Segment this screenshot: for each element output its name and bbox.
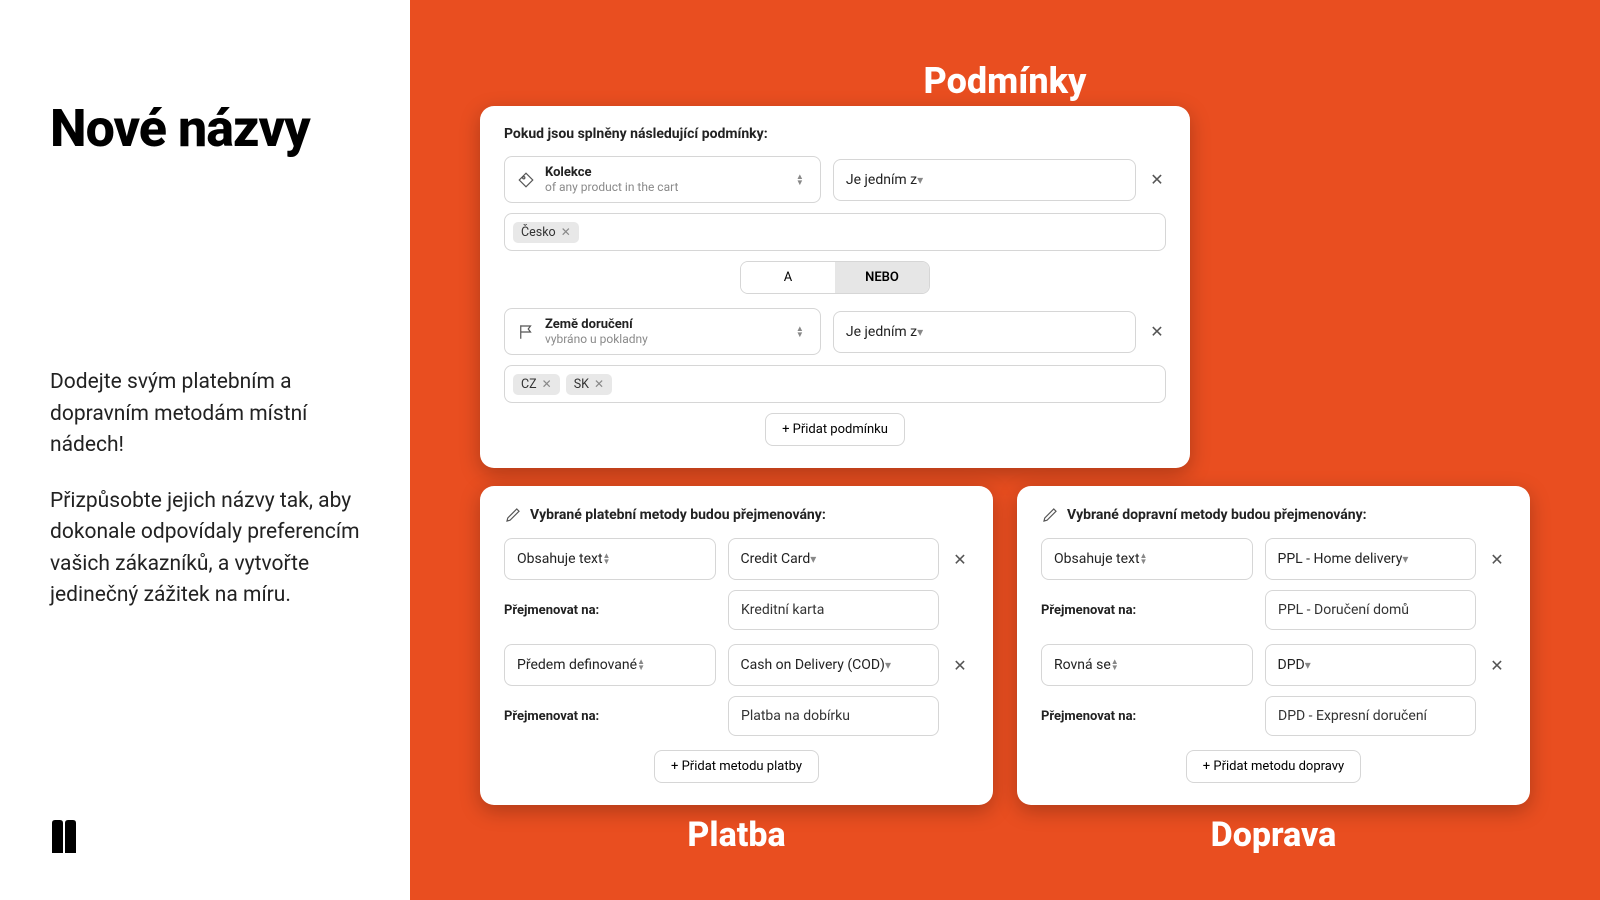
pencil-icon: [504, 506, 522, 524]
chevron-down-icon: ▾: [917, 173, 923, 187]
chevron-down-icon: ▾: [885, 658, 891, 672]
shipping-card-label: Vybrané dopravní metody budou přejmenová…: [1041, 506, 1506, 524]
match-type-select[interactable]: Rovná se ▲▼: [1041, 644, 1253, 686]
rename-row-2: Přejmenovat na:: [1041, 696, 1506, 736]
page-title: Nové názvy: [50, 100, 360, 157]
condition-value-input[interactable]: CZ✕ SK✕: [504, 365, 1166, 403]
operator-label: Je jedním z: [846, 172, 917, 188]
intro-paragraph-1: Dodejte svým platebním a dopravním metod…: [50, 367, 360, 462]
shipping-row-1: Obsahuje text ▲▼ PPL - Home delivery ▾ ✕: [1041, 538, 1506, 580]
tag-remove-button[interactable]: ✕: [542, 377, 552, 391]
operator-label: Je jedním z: [846, 324, 917, 340]
rename-row-2: Přejmenovat na:: [504, 696, 969, 736]
intro-paragraph-2: Přizpůsobte jejich názvy tak, aby dokona…: [50, 486, 360, 612]
rename-input[interactable]: [728, 696, 939, 736]
stepper-icon: ▲▼: [796, 326, 808, 338]
bottom-row: Vybrané platební metody budou přejmenová…: [480, 486, 1530, 855]
shipping-card: Vybrané dopravní metody budou přejmenová…: [1017, 486, 1530, 805]
method-select[interactable]: Credit Card ▾: [728, 538, 940, 580]
add-condition-button[interactable]: + Přidat podmínku: [765, 413, 905, 446]
shipping-section: Vybrané dopravní metody budou přejmenová…: [1017, 486, 1530, 855]
remove-row-button[interactable]: ✕: [1488, 656, 1506, 675]
tag-cesko: Česko✕: [513, 222, 579, 243]
condition-field-select[interactable]: Kolekce of any product in the cart ▲▼: [504, 156, 821, 203]
remove-row-button[interactable]: ✕: [951, 656, 969, 675]
add-payment-method-button[interactable]: + Přidat metodu platby: [654, 750, 819, 783]
rename-input[interactable]: [1265, 590, 1476, 630]
stepper-icon: ▲▼: [637, 659, 649, 671]
tag-cz: CZ✕: [513, 374, 560, 395]
condition-value-input[interactable]: Česko✕: [504, 213, 1166, 251]
rename-input[interactable]: [728, 590, 939, 630]
remove-condition-button[interactable]: ✕: [1148, 170, 1166, 189]
chevron-down-icon: ▾: [917, 325, 923, 339]
condition-row-2: Země doručení vybráno u pokladny ▲▼ Je j…: [504, 308, 1166, 355]
payment-row-2: Předem definované ▲▼ Cash on Delivery (C…: [504, 644, 969, 686]
stepper-icon: ▲▼: [796, 174, 808, 186]
rename-input[interactable]: [1265, 696, 1476, 736]
flag-icon: [517, 323, 535, 341]
rename-label: Přejmenovat na:: [1041, 709, 1253, 724]
condition-row-1: Kolekce of any product in the cart ▲▼ Je…: [504, 156, 1166, 203]
right-panel: Podmínky Pokud jsou splněny následující …: [410, 0, 1600, 900]
conditions-card-label: Pokud jsou splněny následující podmínky:: [504, 126, 1166, 142]
match-type-select[interactable]: Obsahuje text ▲▼: [1041, 538, 1253, 580]
payment-section: Vybrané platební metody budou přejmenová…: [480, 486, 993, 855]
pencil-icon: [1041, 506, 1059, 524]
tag-remove-button[interactable]: ✕: [594, 377, 604, 391]
condition-operator-select[interactable]: Je jedním z ▾: [833, 159, 1136, 201]
left-panel: Nové názvy Dodejte svým platebním a dopr…: [0, 0, 410, 900]
logic-or-option[interactable]: NEBO: [835, 262, 929, 293]
tag-sk: SK✕: [566, 374, 612, 395]
tag-remove-button[interactable]: ✕: [561, 225, 571, 239]
chevron-down-icon: ▾: [1402, 552, 1408, 566]
match-type-select[interactable]: Předem definované ▲▼: [504, 644, 716, 686]
stepper-icon: ▲▼: [1111, 659, 1123, 671]
logic-and-option[interactable]: A: [741, 262, 835, 293]
conditions-heading: Podmínky: [480, 60, 1530, 102]
remove-condition-button[interactable]: ✕: [1148, 322, 1166, 341]
condition-field-subtitle: of any product in the cart: [545, 180, 786, 194]
condition-field-subtitle: vybráno u pokladny: [545, 332, 786, 346]
chevron-down-icon: ▾: [1305, 658, 1311, 672]
payment-row-1: Obsahuje text ▲▼ Credit Card ▾ ✕: [504, 538, 969, 580]
shipping-row-2: Rovná se ▲▼ DPD ▾ ✕: [1041, 644, 1506, 686]
brand-logo: [50, 819, 78, 862]
rename-label: Přejmenovat na:: [504, 603, 716, 618]
rename-row-1: Přejmenovat na:: [504, 590, 969, 630]
payment-card: Vybrané platební metody budou přejmenová…: [480, 486, 993, 805]
condition-field-select[interactable]: Země doručení vybráno u pokladny ▲▼: [504, 308, 821, 355]
condition-field-title: Kolekce: [545, 165, 786, 180]
method-select[interactable]: Cash on Delivery (COD) ▾: [728, 644, 940, 686]
logic-toggle[interactable]: A NEBO: [740, 261, 930, 294]
match-type-select[interactable]: Obsahuje text ▲▼: [504, 538, 716, 580]
chevron-down-icon: ▾: [810, 552, 816, 566]
stepper-icon: ▲▼: [603, 553, 615, 565]
payment-heading: Platba: [480, 815, 993, 855]
rename-label: Přejmenovat na:: [1041, 603, 1253, 618]
stepper-icon: ▲▼: [1140, 553, 1152, 565]
payment-card-label: Vybrané platební metody budou přejmenová…: [504, 506, 969, 524]
shipping-heading: Doprava: [1017, 815, 1530, 855]
remove-row-button[interactable]: ✕: [1488, 550, 1506, 569]
method-select[interactable]: PPL - Home delivery ▾: [1265, 538, 1477, 580]
tag-icon: [517, 171, 535, 189]
rename-label: Přejmenovat na:: [504, 709, 716, 724]
rename-row-1: Přejmenovat na:: [1041, 590, 1506, 630]
condition-operator-select[interactable]: Je jedním z ▾: [833, 311, 1136, 353]
condition-field-title: Země doručení: [545, 317, 786, 332]
conditions-section: Podmínky Pokud jsou splněny následující …: [480, 60, 1530, 468]
add-shipping-method-button[interactable]: + Přidat metodu dopravy: [1186, 750, 1361, 783]
remove-row-button[interactable]: ✕: [951, 550, 969, 569]
conditions-card: Pokud jsou splněny následující podmínky:…: [480, 106, 1190, 468]
method-select[interactable]: DPD ▾: [1265, 644, 1477, 686]
